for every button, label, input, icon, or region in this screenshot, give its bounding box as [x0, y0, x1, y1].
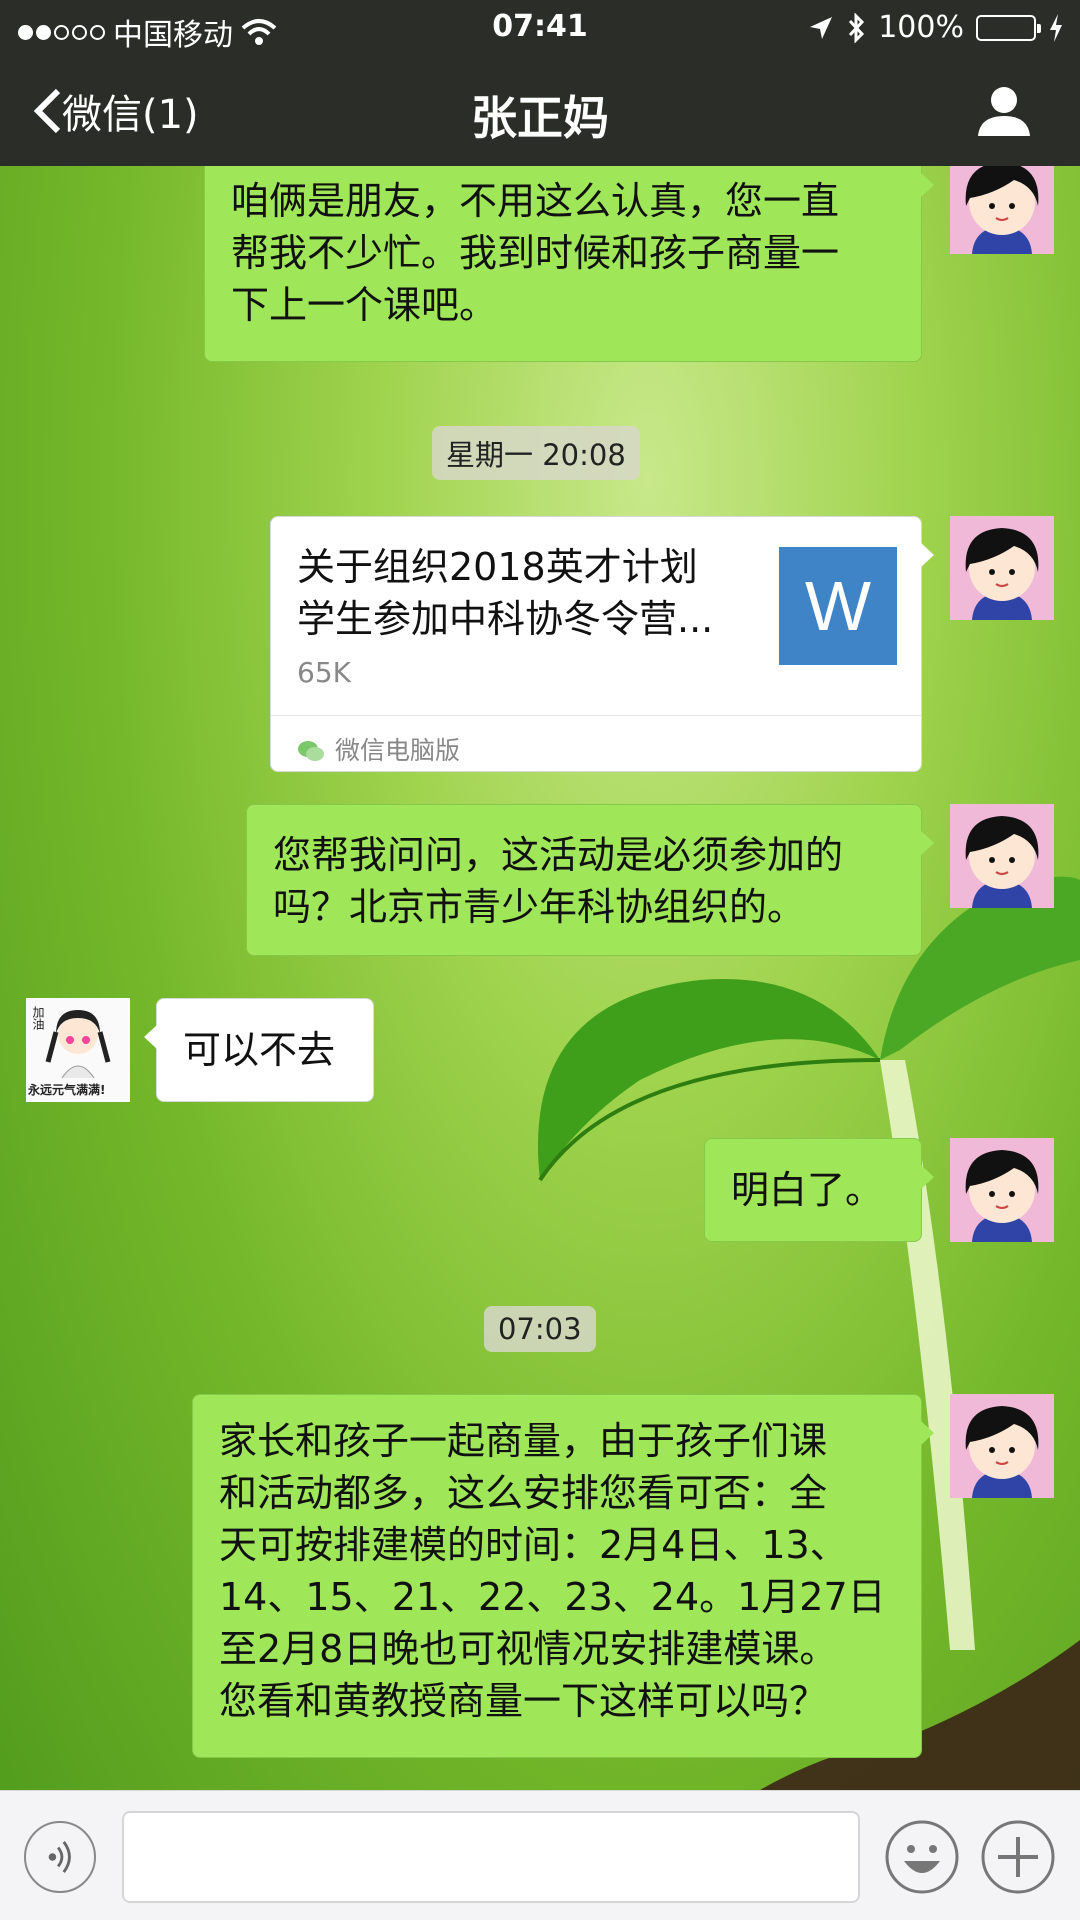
avatar-self[interactable]: [950, 516, 1054, 620]
avatar-contact[interactable]: 加油 永远元气满满!: [26, 998, 130, 1102]
file-source-label: 微信电脑版: [335, 736, 461, 765]
file-title-line: 关于组织2018英才计划: [297, 545, 698, 589]
message-input[interactable]: [122, 1811, 860, 1903]
message-bubble-sent[interactable]: 家长和孩子一起商量，由于孩子们课 和活动都多，这么安排您看可否：全 天可按排建模…: [192, 1394, 934, 1758]
input-bar: [0, 1790, 1080, 1920]
timestamp: 07:03: [484, 1306, 596, 1352]
word-doc-icon: W: [779, 547, 897, 665]
emoji-icon[interactable]: [884, 1819, 960, 1895]
charging-bolt-icon: [1050, 13, 1062, 42]
timestamp: 星期一 20:08: [432, 426, 640, 480]
message-bubble-sent[interactable]: 明白了。: [704, 1138, 934, 1242]
divider: [271, 715, 921, 716]
avatar-self[interactable]: [950, 1138, 1054, 1242]
plus-icon[interactable]: [980, 1819, 1056, 1895]
chat-title: 张正妈: [471, 91, 609, 145]
avatar-self[interactable]: [950, 1394, 1054, 1498]
nav-bar: 微信(1) 张正妈: [0, 60, 1080, 166]
status-bar: 中国移动 07:41 100%: [0, 0, 1080, 56]
file-size: 65K: [297, 656, 351, 689]
message-list[interactable]: 咱俩是朋友，不用这么认真，您一直 帮我不少忙。我到时候和孩子商量一 下上一个课吧…: [0, 166, 1080, 1790]
file-message[interactable]: 关于组织2018英才计划 学生参加中科协冬令营... 65K W 微信电脑版: [270, 516, 934, 772]
voice-icon[interactable]: [24, 1821, 96, 1893]
message-bubble-sent[interactable]: 您帮我问问，这活动是必须参加的 吗？北京市青少年科协组织的。: [246, 804, 934, 956]
avatar-self[interactable]: [950, 804, 1054, 908]
bluetooth-icon: [849, 12, 865, 43]
battery-icon: [976, 14, 1041, 41]
message-bubble-received[interactable]: 可以不去: [144, 998, 374, 1102]
wechat-logo-icon: [298, 741, 324, 761]
avatar-sticker-caption: 永远元气满满!: [28, 1083, 106, 1097]
file-title-line: 学生参加中科协冬令营...: [297, 597, 714, 641]
profile-icon[interactable]: [976, 82, 1032, 138]
avatar-sticker-text: 加油: [31, 1006, 45, 1030]
battery-percent: 100%: [878, 10, 964, 45]
message-bubble-sent[interactable]: 咱俩是朋友，不用这么认真，您一直 帮我不少忙。我到时候和孩子商量一 下上一个课吧…: [204, 166, 934, 362]
location-arrow-icon: [810, 16, 833, 39]
top-bar: 中国移动 07:41 100% 微信(1) 张正妈: [0, 0, 1080, 166]
avatar-self[interactable]: [950, 166, 1054, 254]
